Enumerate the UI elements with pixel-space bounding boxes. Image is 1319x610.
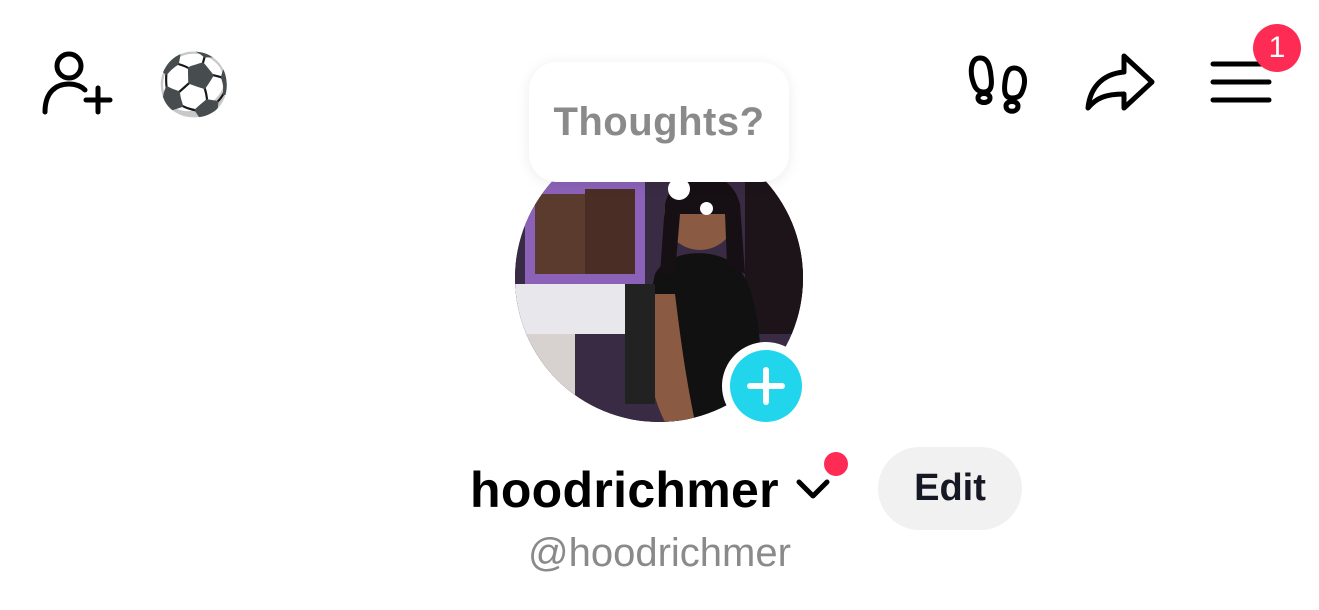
notification-badge: 1 [1253, 24, 1301, 72]
plus-icon [730, 350, 802, 422]
add-story-button[interactable] [722, 342, 810, 430]
account-switcher-button[interactable] [793, 472, 833, 508]
profile-handle: @hoodrichmer [528, 531, 791, 575]
add-friend-button[interactable] [38, 48, 116, 118]
footprints-icon [968, 55, 1027, 114]
profile-views-button[interactable] [966, 52, 1036, 118]
note-bubble[interactable]: Thoughts? [529, 62, 789, 182]
share-icon [1085, 53, 1155, 111]
add-user-icon [42, 51, 113, 115]
note-bubble-tail-dot [700, 202, 713, 215]
profile-username[interactable]: hoodrichmer [470, 458, 779, 522]
note-bubble-tail [668, 178, 690, 200]
chevron-down-icon [796, 479, 830, 499]
note-prompt: Thoughts? [553, 99, 765, 144]
account-notification-dot [824, 452, 848, 476]
edit-profile-button[interactable]: Edit [878, 447, 1022, 530]
soccer-ball-icon[interactable]: ⚽ [157, 50, 232, 120]
share-profile-button[interactable] [1080, 48, 1160, 118]
